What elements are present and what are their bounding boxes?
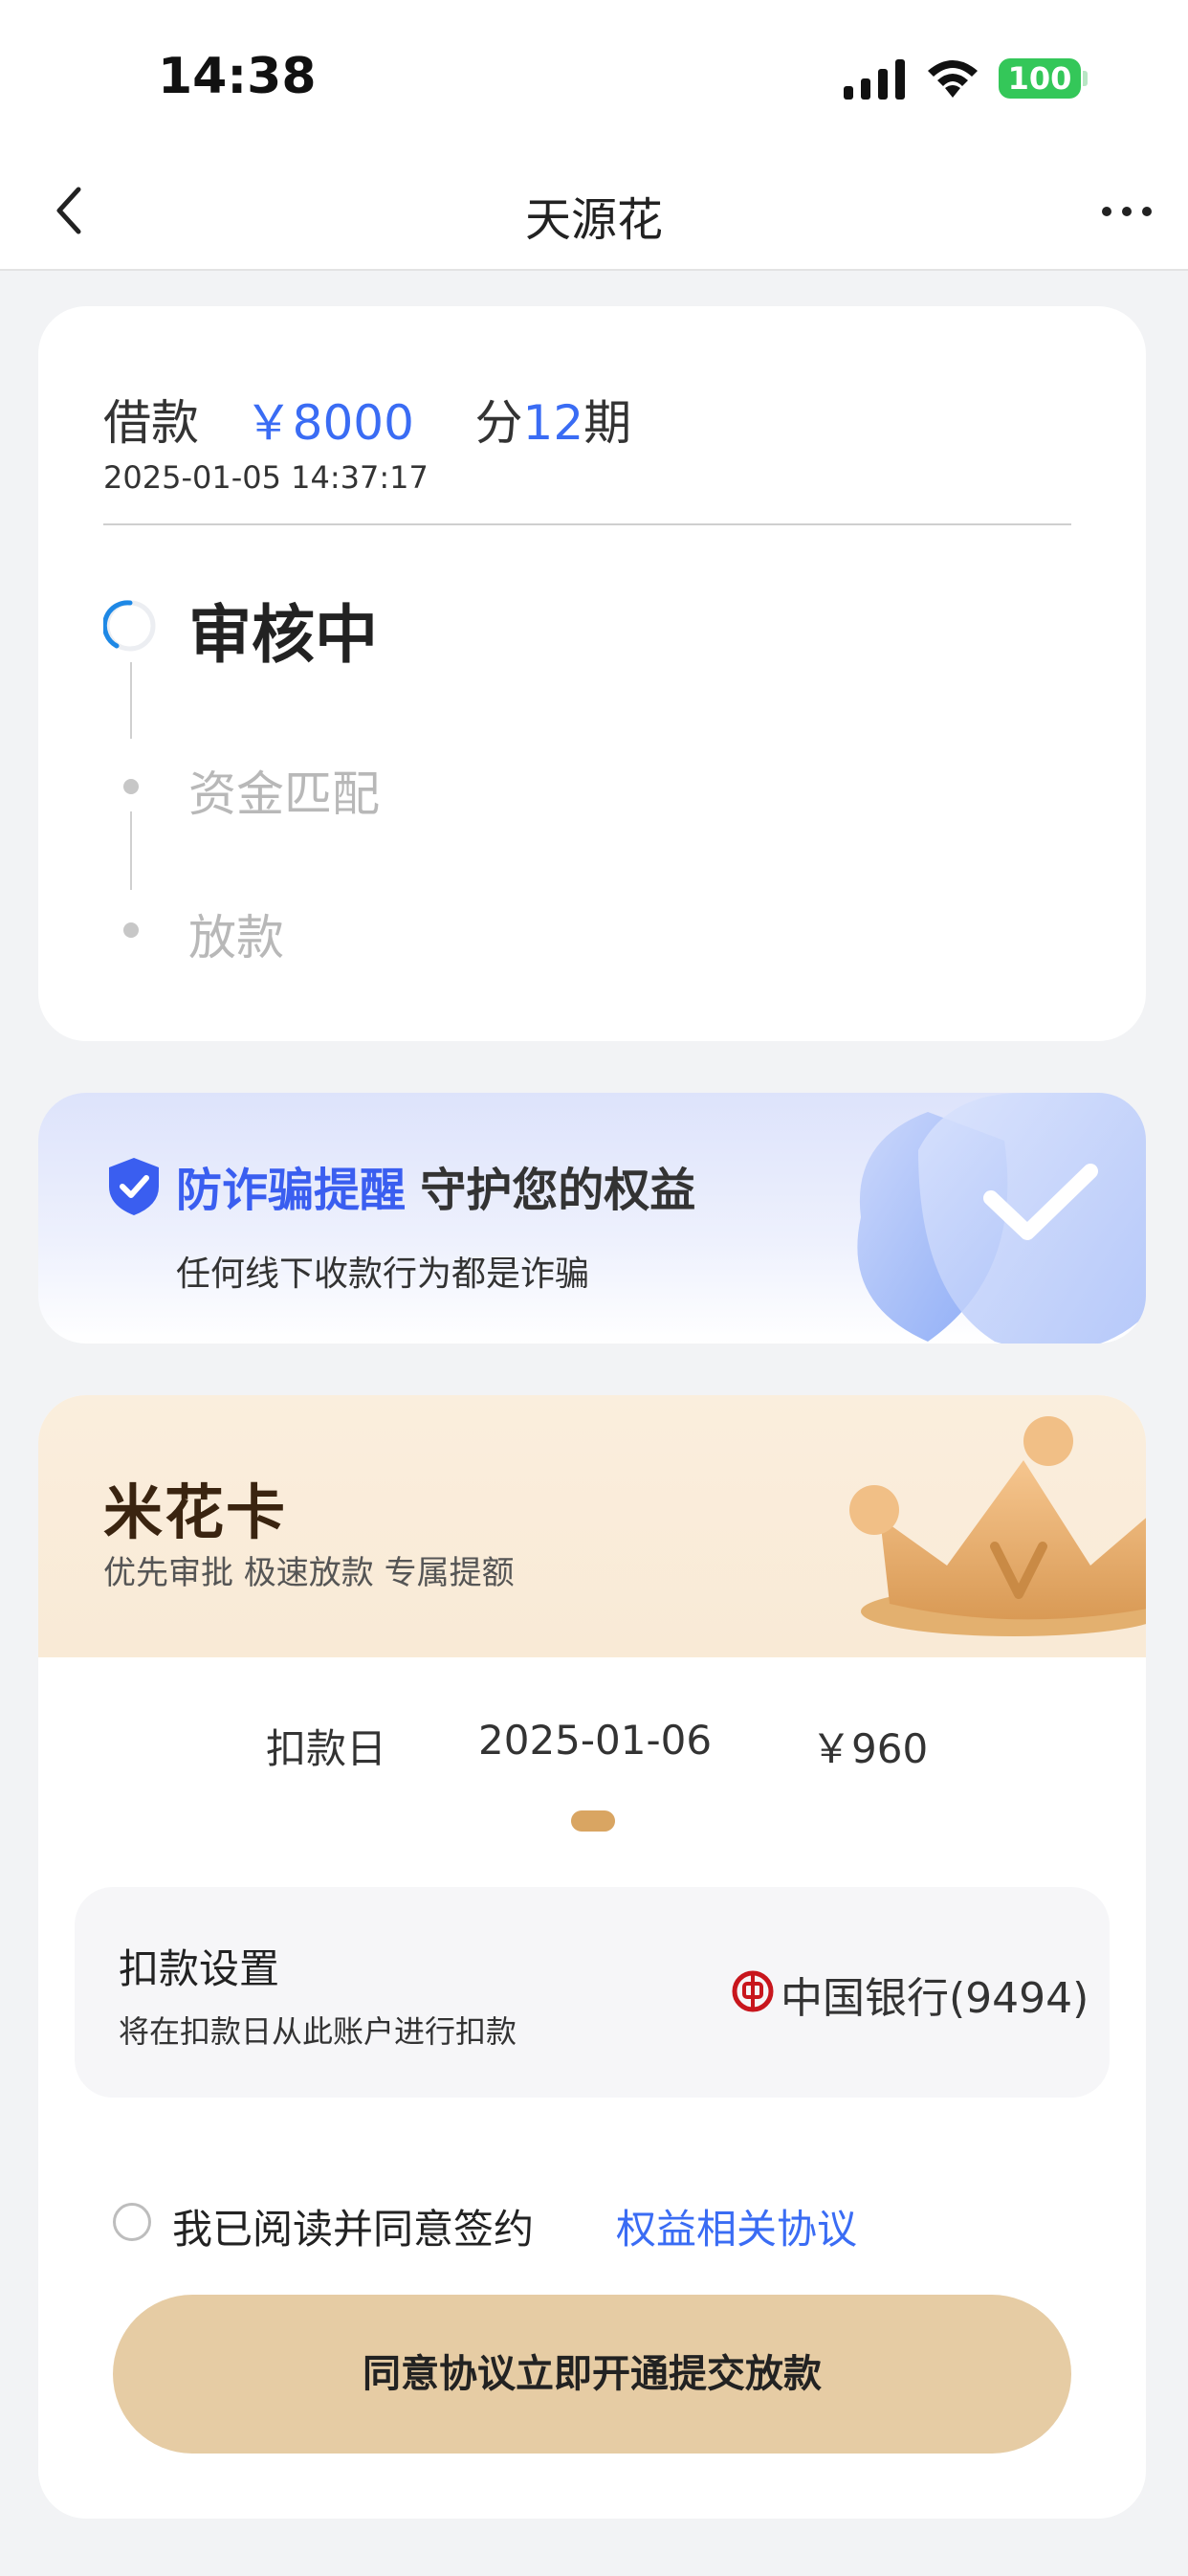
agreement-row: 我已阅读并同意签约 权益相关协议 bbox=[113, 2193, 1069, 2253]
deduction-setting[interactable]: 扣款设置 将在扣款日从此账户进行扣款 中国银行(9494) bbox=[75, 1887, 1110, 2098]
term-suffix: 期 bbox=[583, 395, 632, 451]
agreement-text: 我已阅读并同意签约 bbox=[172, 2206, 535, 2253]
step-reviewing: 审核中 bbox=[188, 598, 378, 672]
loan-status-card: 借款 ￥8000 分12期 2025-01-05 14:37:17 审核中 资金… bbox=[38, 306, 1146, 1041]
step-disbursement: 放款 bbox=[188, 910, 284, 966]
deduction-setting-subtitle: 将在扣款日从此账户进行扣款 bbox=[119, 2013, 517, 2050]
term-count: 12 bbox=[522, 395, 584, 451]
status-bar: 14:38 100 bbox=[0, 0, 1188, 153]
pager-indicator bbox=[571, 1810, 615, 1832]
loan-summary: 借款 ￥8000 分12期 bbox=[103, 385, 631, 454]
status-time: 14:38 bbox=[158, 48, 317, 105]
loan-label: 借款 bbox=[103, 395, 199, 451]
nav-bar: 天源花 bbox=[0, 153, 1188, 271]
divider bbox=[103, 523, 1071, 525]
loan-amount: ￥8000 bbox=[244, 395, 414, 451]
vip-subtitle: 优先审批 极速放款 专属提额 bbox=[103, 1554, 515, 1592]
shield-check-icon bbox=[109, 1158, 159, 1215]
battery-tip bbox=[1083, 71, 1088, 86]
wifi-icon bbox=[928, 60, 978, 98]
step-dot bbox=[123, 779, 139, 794]
ellipsis-icon[interactable] bbox=[1100, 205, 1154, 218]
step-dot bbox=[123, 922, 139, 938]
crown-icon bbox=[849, 1416, 1146, 1636]
deduction-amount: ￥960 bbox=[811, 1725, 929, 1772]
loan-date: 2025-01-05 14:37:17 bbox=[103, 459, 429, 496]
step-connector bbox=[130, 662, 132, 739]
bank-account: 中国银行(9494) bbox=[781, 1974, 1089, 2023]
term-prefix: 分 bbox=[474, 395, 523, 451]
deduction-day-label: 扣款日 bbox=[266, 1725, 387, 1772]
agreement-checkbox[interactable] bbox=[113, 2203, 151, 2241]
vip-card-panel: 米花卡 优先审批 极速放款 专属提额 扣款日 2025-01-06 ￥960 扣… bbox=[38, 1395, 1146, 2519]
step-fund-matching: 资金匹配 bbox=[188, 766, 380, 822]
agreement-link[interactable]: 权益相关协议 bbox=[616, 2197, 857, 2255]
step-connector bbox=[130, 811, 132, 890]
loading-spinner-icon bbox=[103, 600, 156, 652]
page-title: 天源花 bbox=[524, 193, 663, 247]
fraud-title: 防诈骗提醒 守护您的权益 bbox=[176, 1152, 695, 1219]
vip-header: 米花卡 优先审批 极速放款 专属提额 bbox=[38, 1395, 1146, 1657]
fraud-subtitle: 任何线下收款行为都是诈骗 bbox=[176, 1255, 590, 1294]
fraud-reminder-banner[interactable]: 防诈骗提醒 守护您的权益 任何线下收款行为都是诈骗 bbox=[38, 1093, 1146, 1344]
battery-icon: 100 bbox=[999, 58, 1081, 99]
fraud-title-rest: 守护您的权益 bbox=[420, 1164, 696, 1217]
fraud-title-accent: 防诈骗提醒 bbox=[176, 1164, 407, 1217]
deduction-date: 2025-01-06 bbox=[478, 1717, 713, 1764]
bank-of-china-logo-icon bbox=[732, 1970, 774, 2012]
submit-button[interactable]: 同意协议立即开通提交放款 bbox=[113, 2295, 1071, 2454]
cellular-signal-icon bbox=[844, 59, 905, 100]
vip-title: 米花卡 bbox=[103, 1477, 288, 1547]
shield-check-illustration-icon bbox=[857, 1093, 1146, 1344]
deduction-setting-title: 扣款设置 bbox=[119, 1945, 280, 1992]
